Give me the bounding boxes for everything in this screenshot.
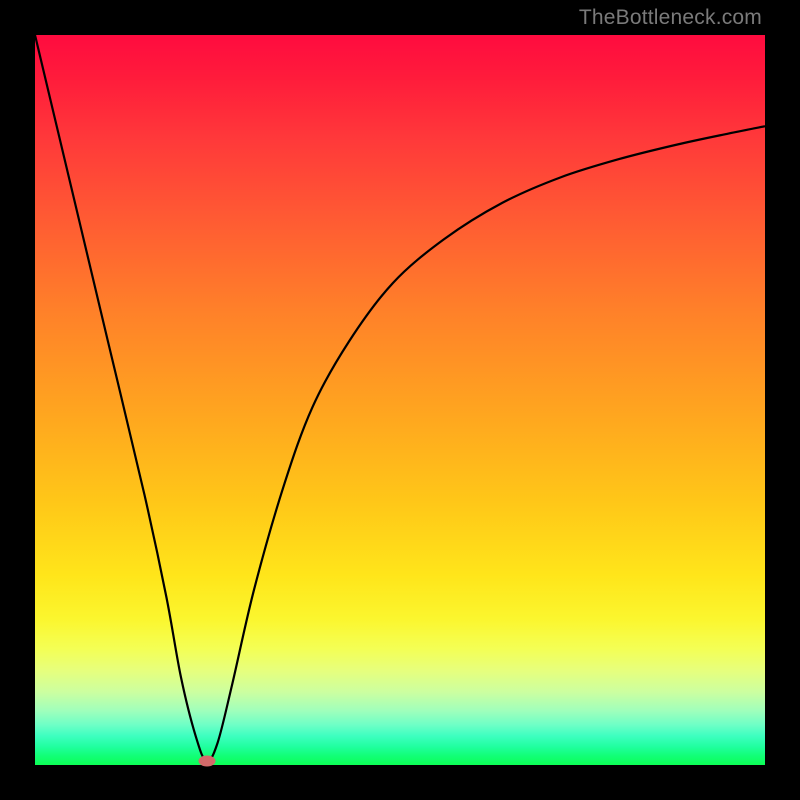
watermark-text: TheBottleneck.com	[579, 6, 762, 30]
chart-frame: TheBottleneck.com	[0, 0, 800, 800]
plot-area	[35, 35, 765, 765]
curve-line	[35, 35, 765, 761]
minimum-marker-icon	[198, 756, 215, 767]
bottleneck-curve	[35, 35, 765, 765]
